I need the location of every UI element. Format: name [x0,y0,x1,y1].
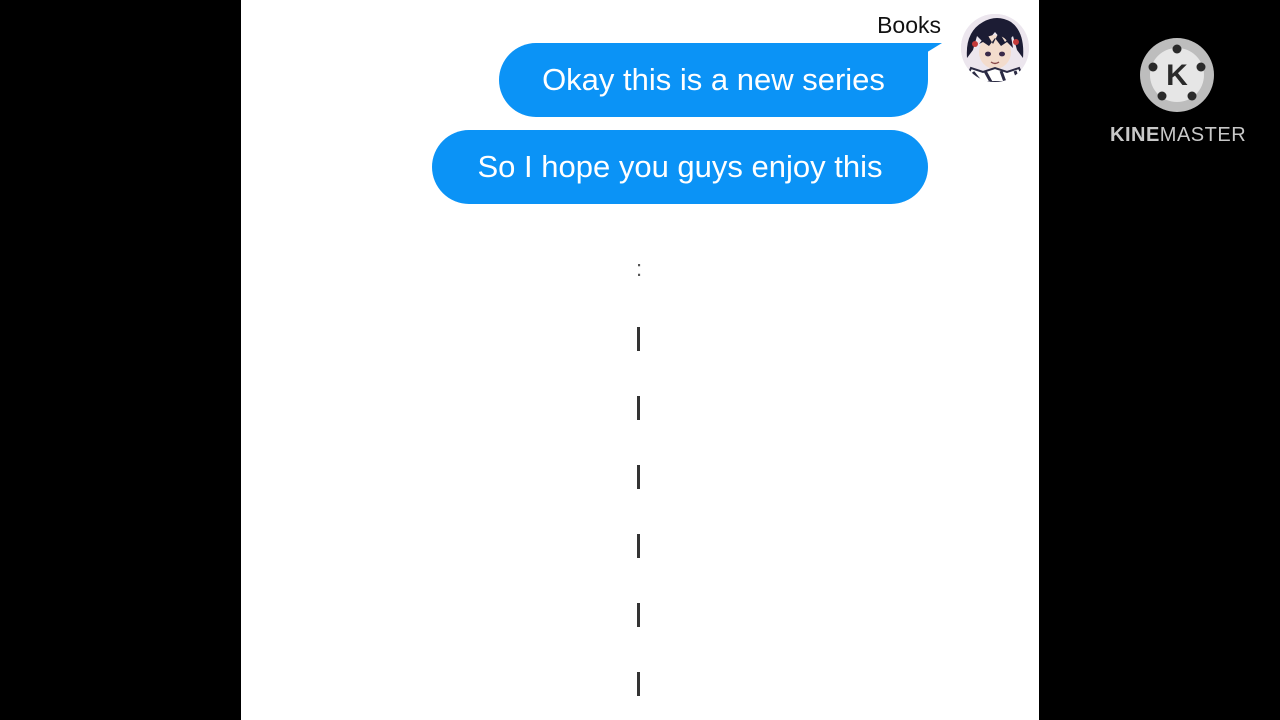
separator-line [637,465,640,489]
kinemaster-logo-icon: K [1140,38,1214,112]
separator-line [637,534,640,558]
separator-line [637,327,640,351]
message-bubble[interactable]: Okay this is a new series [499,43,928,117]
separator-line [637,672,640,696]
sender-name: Books [877,12,941,38]
chat-screen: Books Okay this is a new series So I hop… [241,0,1039,720]
video-frame: Books Okay this is a new series So I hop… [0,0,1280,720]
kinemaster-watermark: K KINEMASTER [1110,36,1247,156]
separator-line [637,396,640,420]
separator-colon: : [635,256,643,281]
kinemaster-wordmark: KINEMASTER [1110,124,1247,146]
message-bubble[interactable]: So I hope you guys enjoy this [432,130,928,204]
anime-avatar-icon [961,14,1029,82]
svg-text:K: K [1166,59,1188,92]
separator-line [637,603,640,627]
sender-avatar[interactable] [961,14,1029,82]
